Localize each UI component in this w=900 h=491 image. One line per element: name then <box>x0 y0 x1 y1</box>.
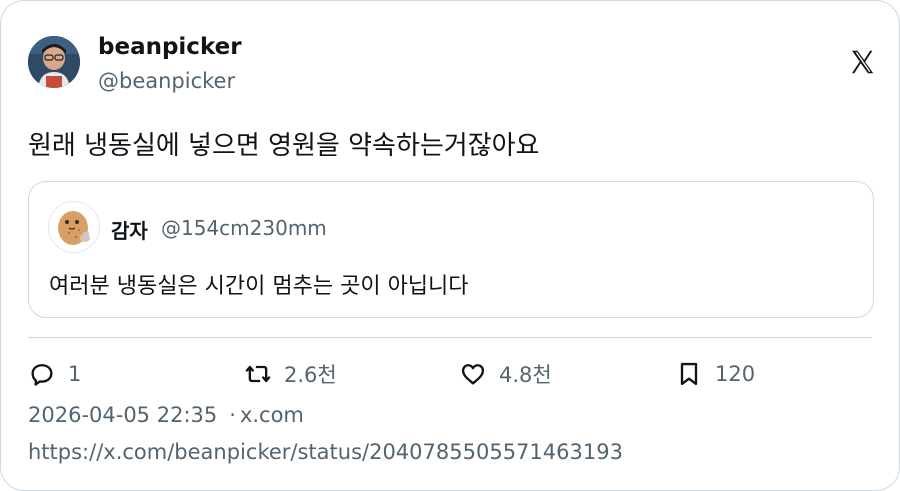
tweet-text: 원래 냉동실에 넣으면 영원을 약속하는거잖아요 <box>28 131 540 161</box>
like-button[interactable]: 4.8천 <box>459 358 552 390</box>
profile-photo-icon <box>28 36 80 88</box>
repost-icon <box>245 365 271 383</box>
repost-button[interactable]: 2.6천 <box>244 358 337 390</box>
reply-count: 1 <box>68 362 82 386</box>
quoted-author-avatar[interactable] <box>48 201 100 253</box>
status-url-link[interactable]: https://x.com/beanpicker/status/20407855… <box>28 440 623 464</box>
quoted-tweet[interactable]: 감자 @154cm230mm 여러분 냉동실은 시간이 멈추는 곳이 아닙니다 <box>28 181 874 318</box>
author-avatar[interactable] <box>28 36 80 88</box>
meta-separator: · <box>229 403 236 427</box>
author-handle[interactable]: @beanpicker <box>98 69 235 93</box>
tweet-meta: 2026-04-05 22:35 · x.com <box>28 403 304 427</box>
quoted-tweet-text: 여러분 냉동실은 시간이 멈추는 곳이 아닙니다 <box>49 274 469 299</box>
potato-character-icon <box>49 202 99 252</box>
x-logo-icon[interactable] <box>847 47 877 77</box>
bookmark-button[interactable]: 120 <box>675 358 755 390</box>
repost-count: 2.6천 <box>284 363 337 387</box>
tweet-card: beanpicker @beanpicker 원래 냉동실에 넣으면 영원을 약… <box>0 0 900 491</box>
like-count: 4.8천 <box>499 363 552 387</box>
bookmark-count: 120 <box>715 362 756 386</box>
quoted-author-name[interactable]: 감자 <box>111 215 148 244</box>
reply-button[interactable]: 1 <box>28 358 81 390</box>
timestamp[interactable]: 2026-04-05 22:35 <box>28 403 217 427</box>
bookmark-icon <box>680 362 698 386</box>
author-name[interactable]: beanpicker <box>98 34 242 60</box>
divider <box>28 337 872 338</box>
source-link[interactable]: x.com <box>240 403 304 427</box>
heart-icon <box>461 364 485 385</box>
reply-icon <box>31 364 53 386</box>
quoted-author-handle[interactable]: @154cm230mm <box>161 216 327 240</box>
